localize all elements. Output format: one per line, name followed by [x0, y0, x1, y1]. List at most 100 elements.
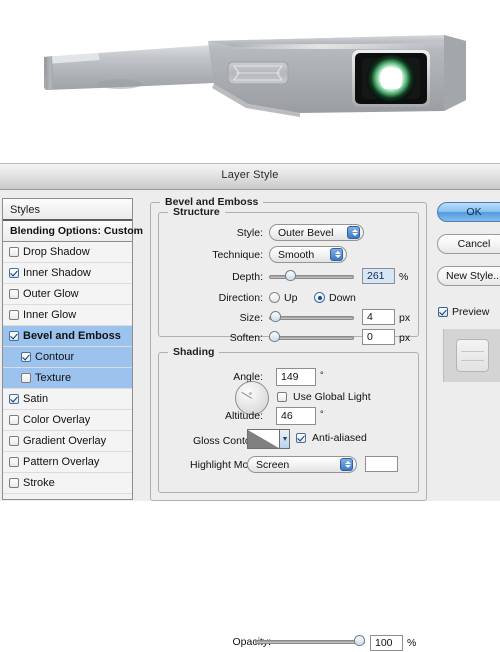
checkbox-gradient-overlay[interactable]	[9, 436, 19, 446]
style-label: Stroke	[23, 476, 55, 489]
style-label: Gradient Overlay	[23, 434, 107, 447]
gloss-contour-thumbnail[interactable]	[247, 429, 280, 449]
opacity-row: Opacity: 100 %	[167, 634, 428, 652]
opacity-slider[interactable]	[255, 634, 365, 648]
checkbox-preview[interactable]	[438, 307, 448, 317]
altitude-unit: °	[320, 409, 324, 419]
style-item-satin[interactable]: Satin	[3, 389, 132, 410]
style-label: Texture	[35, 371, 72, 384]
style-item-color-overlay[interactable]: Color Overlay	[3, 410, 132, 431]
opacity-input[interactable]: 100	[370, 635, 403, 651]
checkbox-satin[interactable]	[9, 394, 19, 404]
cancel-button-label: Cancel	[457, 238, 491, 250]
ok-button[interactable]: OK	[437, 202, 500, 222]
blending-options-row[interactable]: Blending Options: Custom	[3, 221, 143, 242]
group-title-shading: Shading	[168, 346, 220, 358]
dialog-body: Styles Blending Options: Custom Drop Sha…	[0, 190, 500, 651]
contour-curve-shape	[248, 430, 279, 448]
checkbox-drop-shadow[interactable]	[9, 247, 19, 257]
size-input[interactable]: 4	[362, 309, 395, 325]
style-item-drop-shadow[interactable]: Drop Shadow	[3, 242, 132, 263]
checkbox-anti-aliased[interactable]	[296, 433, 306, 443]
styles-header[interactable]: Styles	[3, 199, 132, 221]
style-item-outer-glow[interactable]: Outer Glow	[3, 284, 132, 305]
checkbox-outer-glow[interactable]	[9, 289, 19, 299]
checkbox-use-global-light[interactable]	[277, 392, 287, 402]
style-label: Color Overlay	[23, 413, 91, 426]
checkbox-inner-shadow[interactable]	[9, 268, 19, 278]
soften-slider-track	[269, 336, 354, 340]
style-item-bevel-and-emboss[interactable]: Bevel and Emboss	[3, 326, 132, 347]
dialog-title: Layer Style	[221, 169, 279, 181]
style-label: Contour	[35, 350, 75, 363]
options-pane: Bevel and Emboss Structure Style: Outer …	[150, 194, 427, 651]
size-slider-thumb[interactable]	[270, 311, 281, 322]
preview-toggle[interactable]: Preview	[438, 306, 489, 318]
depth-slider-track	[269, 275, 354, 279]
style-item-contour[interactable]: Contour	[3, 347, 132, 368]
ok-button-label: OK	[466, 206, 482, 218]
depth-input[interactable]: 261	[362, 268, 395, 284]
style-select[interactable]: Outer Bevel	[269, 224, 364, 241]
style-item-gradient-overlay[interactable]: Gradient Overlay	[3, 431, 132, 452]
shading-group: Shading Angle: 149 ° Use Global Light Al…	[158, 346, 419, 651]
style-label: Inner Shadow	[23, 266, 91, 279]
soften-slider-thumb[interactable]	[269, 331, 280, 342]
checkbox-pattern-overlay[interactable]	[9, 457, 19, 467]
preview-thumbnail-area	[443, 329, 500, 382]
new-style-button[interactable]: New Style...	[437, 266, 500, 286]
depth-field-label: Depth:	[232, 271, 263, 283]
soften-slider[interactable]	[269, 330, 354, 344]
styles-panel: Styles Blending Options: Custom Drop Sha…	[2, 198, 143, 500]
dialog-titlebar[interactable]: Layer Style	[0, 164, 500, 190]
opacity-slider-thumb[interactable]	[354, 635, 365, 646]
style-item-inner-glow[interactable]: Inner Glow	[3, 305, 132, 326]
checkbox-texture[interactable]	[21, 373, 31, 383]
opacity-unit: %	[407, 637, 417, 649]
style-field-label: Style:	[236, 227, 263, 239]
depth-unit: %	[399, 271, 409, 283]
altitude-input[interactable]: 46	[276, 407, 316, 425]
radio-direction-down[interactable]	[314, 292, 325, 303]
radio-direction-up[interactable]	[269, 292, 280, 303]
size-slider-track	[269, 316, 354, 320]
soften-input[interactable]: 0	[362, 329, 395, 345]
checkbox-inner-glow[interactable]	[9, 310, 19, 320]
style-label: Outer Glow	[23, 287, 79, 300]
depth-slider[interactable]	[269, 269, 354, 283]
checkbox-contour[interactable]	[21, 352, 31, 362]
depth-slider-thumb[interactable]	[285, 270, 296, 281]
checkbox-color-overlay[interactable]	[9, 415, 19, 425]
depth-value: 261	[367, 270, 385, 282]
metallic-device-3d-render	[0, 0, 500, 163]
highlight-mode-value: Screen	[256, 458, 290, 471]
style-item-pattern-overlay[interactable]: Pattern Overlay	[3, 452, 132, 473]
style-label: Inner Glow	[23, 308, 77, 321]
technique-select[interactable]: Smooth	[269, 246, 347, 263]
style-item-texture[interactable]: Texture	[3, 368, 132, 389]
angle-input[interactable]: 149	[276, 368, 316, 386]
style-label: Bevel and Emboss	[23, 329, 121, 342]
angle-unit: °	[320, 370, 324, 380]
checkbox-bevel-and-emboss[interactable]	[9, 331, 19, 341]
style-item-inner-shadow[interactable]: Inner Shadow	[3, 263, 132, 284]
size-slider[interactable]	[269, 310, 354, 324]
soften-field-label: Soften:	[229, 332, 263, 344]
layer-style-dialog: Layer Style Styles Blending Options: Cus…	[0, 163, 500, 651]
use-global-light-label: Use Global Light	[293, 391, 371, 403]
chevron-updown-icon	[340, 458, 353, 471]
cancel-button[interactable]: Cancel	[437, 234, 500, 254]
dialog-buttons-column: OK Cancel New Style... Preview	[437, 194, 500, 501]
altitude-value: 46	[281, 410, 293, 422]
opacity-value: 100	[375, 637, 393, 649]
group-title-structure: Structure	[168, 206, 225, 218]
style-item-stroke[interactable]: Stroke	[3, 473, 132, 494]
render-preview-area	[0, 0, 500, 163]
highlight-mode-select[interactable]: Screen	[247, 456, 357, 473]
structure-group: Structure Style: Outer Bevel Technique: …	[158, 206, 419, 345]
size-unit: px	[399, 312, 411, 324]
gloss-contour-dropdown-button[interactable]	[280, 429, 290, 449]
opacity-slider-track	[255, 640, 365, 644]
highlight-color-swatch[interactable]	[365, 456, 398, 472]
checkbox-stroke[interactable]	[9, 478, 19, 488]
